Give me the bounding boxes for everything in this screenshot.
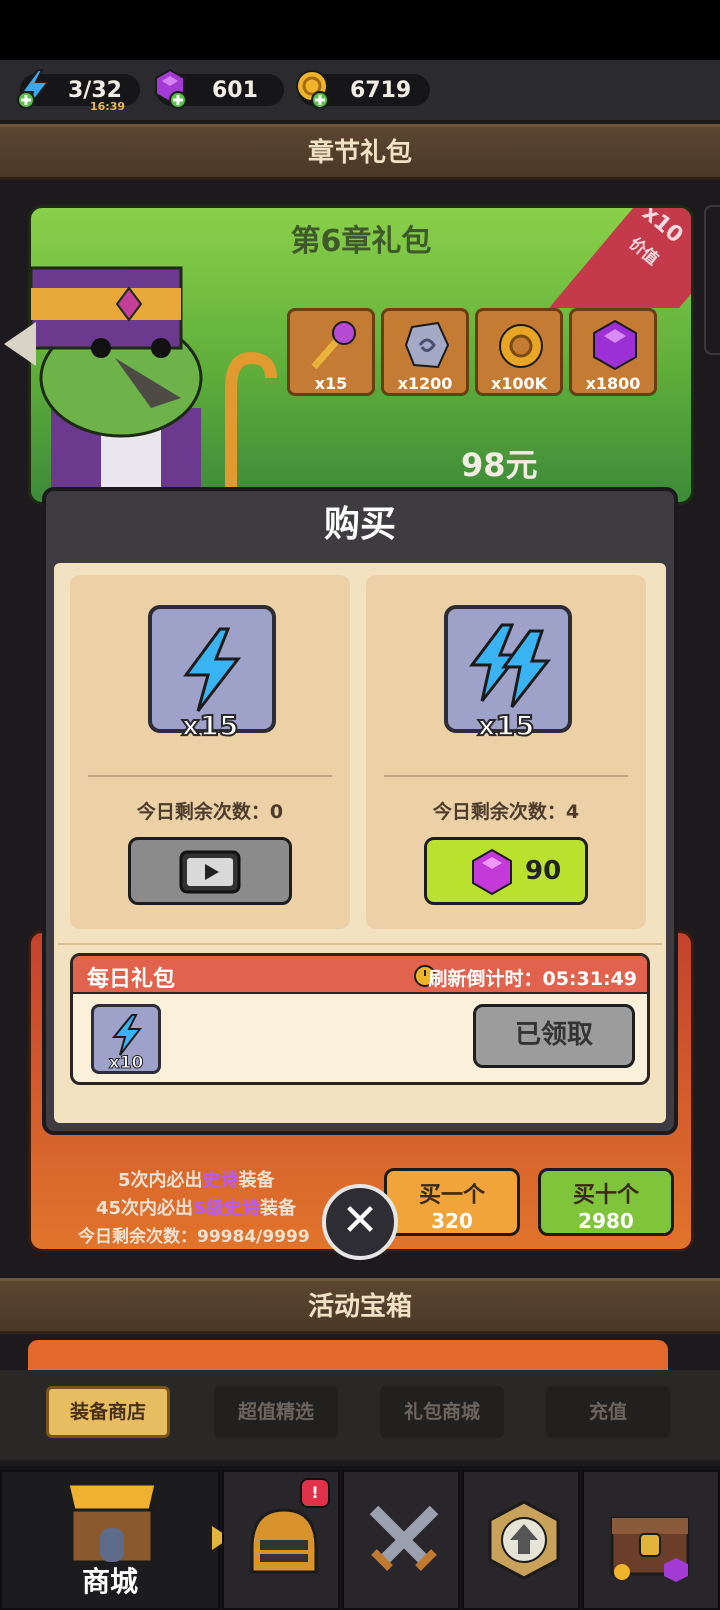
daily-pack-title: 每日礼包	[87, 967, 176, 992]
purple-gem-icon	[472, 848, 512, 896]
staff-icon	[311, 321, 356, 370]
offer-qty: x15	[476, 708, 535, 743]
offer-divider	[88, 775, 332, 777]
gold-ring-icon	[499, 324, 543, 368]
guarantee-s-epic-text: 45次内必出S级史诗装备	[96, 1194, 296, 1220]
crossed-swords-icon	[369, 1505, 439, 1571]
resource-bar: 3/32 16:39 601 6719	[0, 60, 720, 120]
daily-pack-item[interactable]: x10	[91, 1004, 161, 1074]
event-chest-strip	[28, 1340, 668, 1370]
guarantee-epic-suffix: 装备	[238, 1170, 275, 1191]
gacha-remaining-text: 今日剩余次数：99984/9999	[78, 1227, 310, 1247]
pack-item-qty: x100K	[490, 374, 548, 393]
upgrade-arrow-icon	[488, 1500, 560, 1580]
guarantee-epic-highlight: 史诗	[202, 1170, 239, 1191]
right-edge-panel	[704, 205, 720, 355]
guarantee-s-epic-highlight: S级史诗	[193, 1198, 261, 1219]
body-divider	[58, 943, 662, 945]
free-energy-offer: x15 今日剩余次数：0	[70, 575, 350, 929]
offer-qty: x15	[180, 708, 239, 743]
buy-one-label: 买一个	[418, 1183, 485, 1208]
close-modal-button[interactable]: ✕	[322, 1184, 398, 1260]
guarantee-s-epic-suffix: 装备	[260, 1198, 297, 1219]
shop-tab-bar: 装备商店 超值精选 礼包商城 充值	[0, 1370, 720, 1460]
gold-value: 6719	[350, 78, 412, 103]
watch-video-button[interactable]	[128, 837, 292, 905]
lightning-icon	[183, 627, 242, 712]
pack-item-qty: x1800	[585, 374, 641, 393]
purchase-modal: 购买 x15 今日剩余次数：0 x15 今日剩余次数：4 90 每日礼包 刷新倒…	[42, 487, 678, 1135]
video-play-icon	[179, 850, 241, 894]
event-chest-header: 活动宝箱	[0, 1278, 720, 1334]
claimed-button[interactable]: 已领取	[473, 1004, 635, 1068]
daily-item-qty: x10	[108, 1053, 144, 1074]
close-icon: ✕	[341, 1195, 379, 1246]
knight-helmet-icon	[250, 1508, 318, 1574]
pack-item-stone[interactable]: x1200	[381, 308, 469, 396]
modal-body: x15 今日剩余次数：0 x15 今日剩余次数：4 90 每日礼包 刷新倒计时：…	[54, 563, 666, 1123]
buy-ten-button[interactable]: 买十个 2980	[538, 1168, 674, 1236]
refresh-countdown: 刷新倒计时：05:31:49	[428, 968, 637, 990]
pack-item-gem[interactable]: x1800	[569, 308, 657, 396]
daily-pack: 每日礼包 刷新倒计时：05:31:49 x10 已领取	[70, 953, 650, 1085]
buy-ten-label: 买十个	[572, 1183, 639, 1208]
nav-upgrade[interactable]	[462, 1470, 580, 1610]
prev-page-arrow-icon[interactable]	[4, 322, 36, 366]
nav-shop-label: 商城	[81, 1565, 138, 1598]
notification-badge: !	[300, 1478, 330, 1508]
gold-counter[interactable]: 6719	[296, 70, 430, 109]
lightning-plus-icon	[17, 69, 51, 109]
lightning-icon	[111, 1014, 143, 1056]
pack-item-qty: x15	[314, 374, 348, 393]
pack-item-qty: x1200	[397, 374, 453, 393]
tab-recharge[interactable]: 充值	[546, 1386, 670, 1438]
buy-with-gems-button[interactable]: 90	[424, 837, 588, 905]
pack-price[interactable]: 98元	[461, 440, 538, 486]
tab-equipment-shop[interactable]: 装备商店	[46, 1386, 170, 1438]
energy-counter[interactable]: 3/32 16:39	[17, 69, 140, 113]
offer-divider	[384, 775, 628, 777]
guarantee-s-epic-prefix: 45次内必出	[96, 1198, 194, 1219]
purple-gem-plus-icon	[155, 68, 187, 109]
treasure-chest-icon	[610, 1516, 690, 1582]
chapter-pack-card[interactable]: 第6章礼包 x10 价值 x15 x1200 x100K x1800 98元	[28, 205, 694, 505]
buy-one-button[interactable]: 买一个 320	[384, 1168, 520, 1236]
buy-one-cost: 320	[431, 1209, 473, 1233]
guarantee-epic-text: 5次内必出史诗装备	[118, 1166, 275, 1192]
chapter-pack-header: 章节礼包	[0, 124, 720, 180]
daily-pack-header: 每日礼包 刷新倒计时：05:31:49	[73, 956, 647, 994]
bottom-nav: 商城 !	[0, 1466, 720, 1610]
tab-value-picks[interactable]: 超值精选	[214, 1386, 338, 1438]
status-bar	[0, 0, 720, 60]
nav-treasure[interactable]	[582, 1470, 720, 1610]
shop-stall-icon	[66, 1482, 158, 1564]
pack-item-staff[interactable]: x15	[287, 308, 375, 396]
buy-ten-cost: 2980	[578, 1209, 634, 1233]
gold-coin-plus-icon	[296, 70, 329, 109]
goblin-merchant-illustration	[31, 266, 277, 502]
gems-counter[interactable]: 601	[155, 68, 284, 109]
offer-remaining: 今日剩余次数：0	[136, 801, 284, 823]
buy-energy-offer: x15 今日剩余次数：4 90	[366, 575, 646, 929]
tab-pack-store[interactable]: 礼包商城	[380, 1386, 504, 1438]
nav-shop[interactable]: 商城	[0, 1470, 220, 1610]
purple-gem-icon	[593, 319, 637, 371]
nav-hero[interactable]: !	[222, 1470, 340, 1610]
gem-cost: 90	[525, 856, 562, 886]
double-lightning-icon	[469, 623, 552, 708]
pack-item-gold-ring[interactable]: x100K	[475, 308, 563, 396]
guarantee-epic-prefix: 5次内必出	[118, 1170, 203, 1191]
gems-value: 601	[212, 78, 258, 103]
stone-icon	[404, 321, 450, 369]
modal-title: 购买	[323, 504, 396, 545]
offer-remaining: 今日剩余次数：4	[432, 801, 580, 823]
nav-battle[interactable]	[342, 1470, 460, 1610]
energy-timer: 16:39	[90, 100, 126, 113]
